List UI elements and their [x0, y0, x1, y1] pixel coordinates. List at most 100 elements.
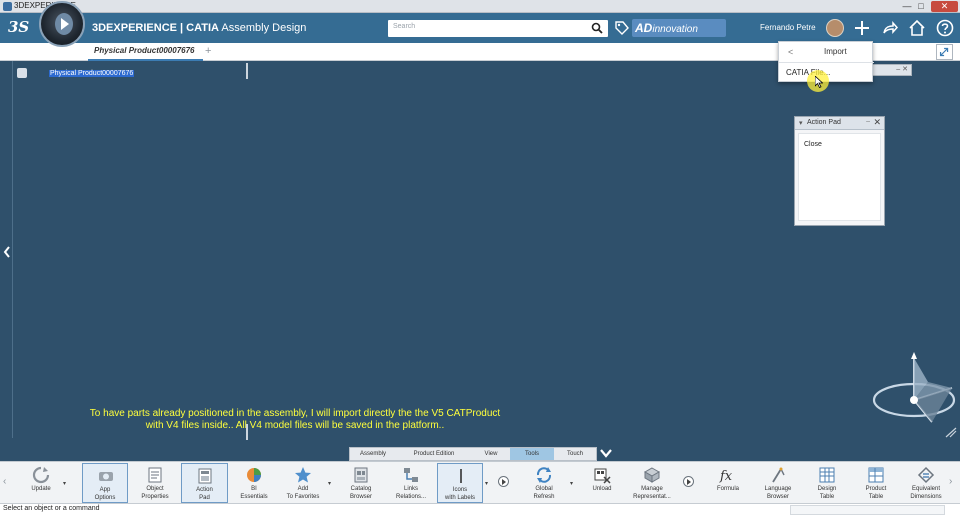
tab-tools[interactable]: Tools [510, 448, 554, 460]
unload-icon [594, 468, 611, 484]
search-field[interactable]: Search [388, 20, 608, 37]
action-pad-icon [198, 468, 212, 484]
window-title-bar: 3DEXPERIENCE — □ ✕ [0, 0, 960, 13]
search-icon[interactable] [591, 22, 603, 34]
section-tabs: Assembly Product Edition View Tools Touc… [349, 447, 597, 461]
viewport-divider [246, 424, 248, 440]
product-node-icon[interactable] [17, 68, 27, 78]
tab-view[interactable]: View [472, 448, 510, 460]
app-brand: 3DEXPERIENCE | CATIA [92, 22, 219, 34]
design-table-label: Design Table [817, 486, 837, 500]
actionbar-next-icon[interactable] [498, 476, 509, 487]
avatar[interactable] [826, 19, 844, 37]
favorites-dropdown-icon[interactable]: ▾ [328, 480, 331, 487]
equivalent-dimensions-label: Equivalent Dimensions [910, 486, 942, 500]
minimize-button[interactable]: — [900, 1, 914, 12]
manage-representations-button[interactable]: Manage Representat... [626, 463, 678, 503]
add-tab-button[interactable]: + [205, 45, 211, 57]
product-table-icon [868, 467, 884, 483]
mouse-pointer-icon [815, 76, 823, 88]
update-dropdown-icon[interactable]: ▾ [63, 480, 66, 487]
links-relations-button[interactable]: Links Relations... [389, 463, 433, 503]
tree-splitter[interactable] [246, 63, 248, 79]
menu-divider [779, 62, 874, 63]
design-table-icon [819, 467, 835, 483]
help-icon[interactable] [936, 19, 954, 37]
chevron-left-icon[interactable] [3, 246, 11, 258]
tab-physical-product[interactable]: Physical Product00007676 [88, 43, 203, 61]
language-browser-icon [772, 467, 785, 483]
catalog-icon [354, 467, 368, 483]
links-icon [404, 468, 418, 482]
home-icon[interactable] [908, 19, 926, 37]
subtitle-line-2: with V4 files inside.. All V4 model file… [145, 420, 445, 431]
close-action-item[interactable]: Close [804, 141, 822, 148]
icons-dropdown-icon[interactable]: ▾ [485, 480, 488, 487]
resize-grip-icon[interactable] [944, 426, 957, 438]
bi-essentials-button[interactable]: BI Essentials [233, 463, 275, 503]
text-cursor-icon [460, 469, 462, 483]
action-pad-button[interactable]: Action Pad [181, 463, 228, 503]
bi-essentials-icon [247, 468, 261, 482]
actionbar-scroll-left-icon[interactable]: ‹ [3, 476, 6, 487]
subtitle-line-1: To have parts already positioned in the … [89, 408, 501, 419]
tab-product-edition[interactable]: Product Edition [396, 448, 472, 460]
tag-icon[interactable] [614, 20, 630, 36]
app-title: 3DEXPERIENCE | CATIA Assembly Design [92, 22, 306, 34]
mini-floating-panel[interactable]: – ✕ [872, 64, 912, 76]
update-label: Update [31, 486, 51, 492]
share-icon[interactable] [881, 19, 899, 37]
tab-touch[interactable]: Touch [554, 448, 596, 460]
global-refresh-button[interactable]: Global Refresh [521, 463, 567, 503]
maximize-button[interactable]: □ [914, 1, 928, 12]
tree-root-label[interactable]: Physical Product00007676 [49, 70, 135, 77]
links-relations-label: Links Relations... [395, 486, 426, 500]
catia-assembly-window: 3DEXPERIENCE — □ ✕ 3S 3DEXPERIENCE | CAT… [0, 0, 960, 516]
add-to-favorites-button[interactable]: Add To Favorites [281, 463, 325, 503]
actionbar-scroll-right-icon[interactable]: › [949, 476, 952, 487]
product-table-button[interactable]: Product Table [855, 463, 897, 503]
action-pad-header: ▾ Action Pad – ✕ [795, 117, 884, 130]
top-app-bar: 3S 3DEXPERIENCE | CATIA Assembly Design … [0, 13, 960, 43]
object-properties-label: Object Properties [141, 486, 169, 500]
formula-label: Formula [716, 486, 739, 492]
update-button[interactable]: Update [22, 463, 60, 503]
collapse-icon[interactable] [936, 44, 953, 60]
update-icon [32, 466, 50, 484]
add-plus-icon[interactable] [853, 19, 871, 37]
icons-with-labels-label: Icons with Labels [444, 487, 476, 501]
tab-assembly[interactable]: Assembly [350, 448, 396, 460]
action-pad-panel: ▾ Action Pad – ✕ Close [794, 116, 885, 226]
design-table-button[interactable]: Design Table [806, 463, 848, 503]
app-window-icon [3, 2, 12, 11]
close-window-button[interactable]: ✕ [931, 1, 958, 12]
actionbar-next-2-icon[interactable] [683, 476, 694, 487]
action-bar: ‹ Update ▾ App Options Object Properties A… [0, 461, 960, 503]
action-pad-label: Action Pad [196, 487, 213, 501]
unload-button[interactable]: Unload [583, 463, 621, 503]
app-options-button[interactable]: App Options [82, 463, 128, 503]
object-properties-button[interactable]: Object Properties [134, 463, 176, 503]
search-input[interactable]: Search [393, 23, 415, 30]
command-input[interactable] [790, 505, 945, 515]
import-back-button[interactable]: < [788, 47, 793, 57]
user-name[interactable]: Fernando Petre [760, 23, 816, 32]
equivalent-dimensions-icon [917, 466, 935, 484]
dassault-logo-icon[interactable]: 3S [8, 18, 30, 38]
play-icon [55, 13, 73, 35]
refresh-dropdown-icon[interactable]: ▾ [570, 480, 573, 487]
catalog-browser-label: Catalog Browser [349, 486, 372, 500]
language-browser-button[interactable]: Language Browser [756, 463, 800, 503]
status-text: Select an object or a command [3, 505, 100, 512]
chevron-down-icon[interactable] [599, 447, 613, 459]
representations-icon [643, 467, 661, 483]
bi-essentials-label: BI Essentials [240, 486, 268, 500]
icons-with-labels-button[interactable]: Icons with Labels [437, 463, 483, 503]
catalog-browser-button[interactable]: Catalog Browser [339, 463, 383, 503]
formula-button[interactable]: fx Formula [708, 463, 748, 503]
collapse-arrow-icon[interactable]: ▾ [799, 119, 803, 127]
close-panel-button[interactable]: ✕ [873, 117, 881, 128]
equivalent-dimensions-button[interactable]: Equivalent Dimensions [903, 463, 949, 503]
compass-play-button[interactable] [39, 1, 85, 47]
minimize-panel-button[interactable]: – [866, 118, 870, 125]
